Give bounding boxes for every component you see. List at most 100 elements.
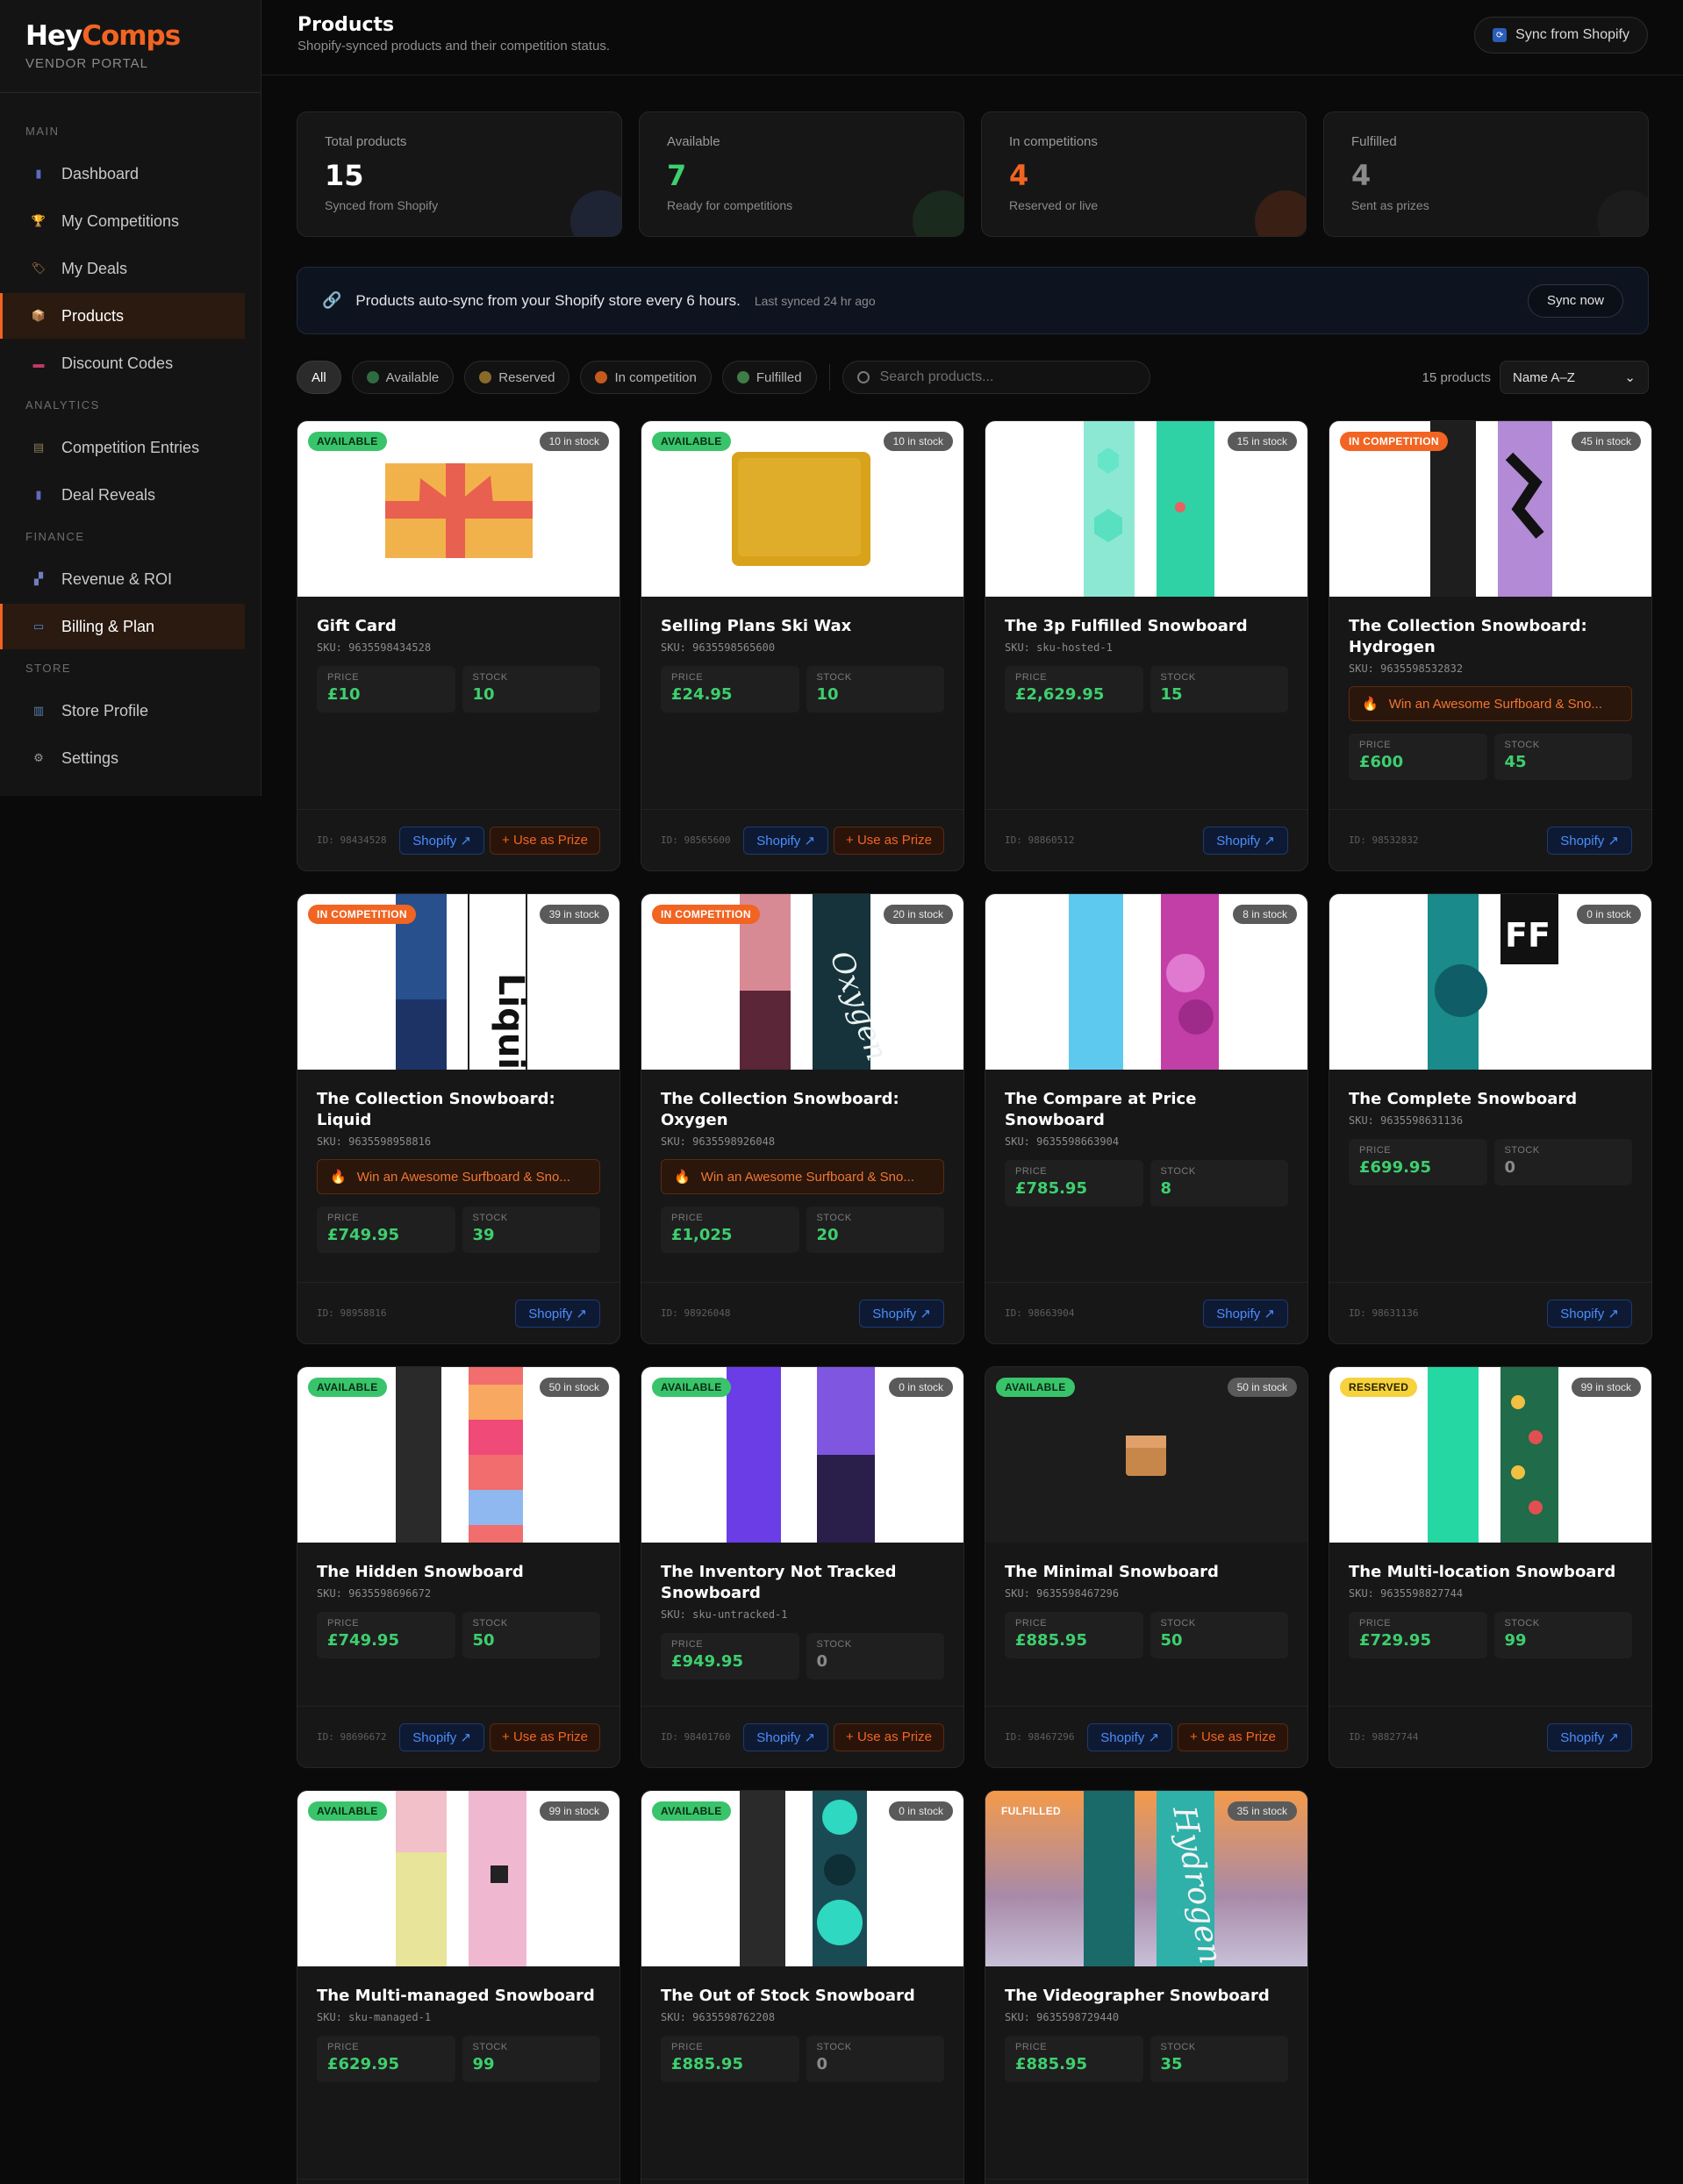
product-card-the-minimal-snowboard[interactable]: AVAILABLE 50 in stock The Minimal Snowboar… — [985, 1366, 1308, 1768]
product-body: Selling Plans Ski Wax SKU: 9635598565600 P… — [661, 616, 944, 712]
price-metric: PRICE £1,025 — [661, 1207, 799, 1253]
stock-value: 20 — [816, 1226, 839, 1244]
shopify-link-button[interactable]: Shopify ↗ — [1203, 1299, 1288, 1328]
shopify-link-button[interactable]: Shopify ↗ — [859, 1299, 944, 1328]
filter-chip-reserved[interactable]: Reserved — [464, 361, 570, 394]
sidebar-item-settings[interactable]: ⚙ Settings — [0, 735, 245, 781]
stock-label: STOCK — [816, 1639, 852, 1650]
stock-pill: 10 in stock — [883, 432, 953, 451]
product-id: ID: 98926048 — [661, 1307, 731, 1319]
shopify-link-button[interactable]: Shopify ↗ — [1547, 1299, 1632, 1328]
product-card-the-collection-snowboard-oxygen[interactable]: Oxygen IN COMPETITION 20 in stock The Colle… — [641, 893, 964, 1344]
product-card-the-complete-snowboard[interactable]: FF 0 in stock The Complete Snowboard SKU: 9… — [1328, 893, 1652, 1344]
search-input[interactable] — [879, 369, 1108, 385]
card-footer: ID: 98663904 Shopify ↗ — [985, 1282, 1307, 1343]
shopify-link-button[interactable]: Shopify ↗ — [515, 1299, 600, 1328]
product-card-the-multi-location-snowboard[interactable]: RESERVED 99 in stock The Multi-location Sn… — [1328, 1366, 1652, 1768]
competition-link[interactable]: 🔥 Win an Awesome Surfboard & Sno... — [317, 1159, 600, 1194]
sidebar-item-label: My Competitions — [61, 211, 180, 230]
price-label: PRICE — [671, 1639, 704, 1650]
filter-chip-in-competition[interactable]: In competition — [580, 361, 712, 394]
sync-from-shopify-button[interactable]: ⟳ Sync from Shopify — [1474, 17, 1648, 54]
product-image: IN COMPETITION 45 in stock — [1329, 421, 1651, 597]
sort-select[interactable]: Name A–Z ⌄ — [1500, 361, 1649, 394]
filter-chip-available[interactable]: Available — [351, 361, 455, 394]
stock-pill: 20 in stock — [883, 905, 953, 924]
product-card-the-collection-snowboard-hydrogen[interactable]: IN COMPETITION 45 in stock The Collection … — [1328, 420, 1652, 871]
product-card-selling-plans-ski-wax[interactable]: AVAILABLE 10 in stock Selling Plans Ski Wa… — [641, 420, 964, 871]
sidebar-item-products[interactable]: 📦 Products — [0, 293, 245, 339]
product-card-the-out-of-stock-snowboard[interactable]: AVAILABLE 0 in stock The Out of Stock Snow… — [641, 1790, 964, 2184]
shopify-link-button[interactable]: Shopify ↗ — [399, 1722, 485, 1751]
shopify-link-button[interactable]: Shopify ↗ — [399, 826, 485, 855]
price-value: £885.95 — [1015, 2055, 1087, 2073]
product-sku: SKU: sku-hosted-1 — [1005, 641, 1113, 654]
competition-link[interactable]: 🔥 Win an Awesome Surfboard & Sno... — [661, 1159, 944, 1194]
product-card-the-videographer-snowboard[interactable]: Hydrogen FULFILLED 35 in stock The Videogra… — [985, 1790, 1308, 2184]
price-metric: PRICE £10 — [317, 666, 455, 712]
product-body: The Hidden Snowboard SKU: 9635598696672 PR… — [317, 1562, 600, 1658]
clipboard-icon: ▤ — [32, 440, 45, 454]
product-name: The Minimal Snowboard — [1005, 1563, 1219, 1581]
status-badge: FULFILLED — [1001, 1805, 1062, 1817]
sidebar-item-discount-codes[interactable]: ▬ Discount Codes — [0, 340, 245, 386]
product-card-the-collection-snowboard-liquid[interactable]: Liquid IN COMPETITION 39 in stock The Colle… — [297, 893, 620, 1344]
shopify-link-button[interactable]: Shopify ↗ — [1203, 826, 1288, 855]
stock-value: 10 — [472, 685, 495, 704]
product-metrics: PRICE £885.95 STOCK 50 — [1005, 1612, 1288, 1658]
sidebar-item-store-profile[interactable]: ▥ Store Profile — [0, 688, 245, 734]
product-sku: SKU: 9635598532832 — [1349, 662, 1464, 675]
product-metrics: PRICE £699.95 STOCK 0 — [1349, 1139, 1632, 1185]
price-label: PRICE — [671, 672, 704, 683]
shopify-link-button[interactable]: Shopify ↗ — [1547, 1722, 1632, 1751]
sidebar-item-deal-reveals[interactable]: ▮ Deal Reveals — [0, 472, 245, 518]
status-badge: IN COMPETITION — [308, 905, 416, 924]
sidebar-item-help-docs[interactable]: ?Help & Docs — [0, 783, 245, 796]
product-body: The Complete Snowboard SKU: 9635598631136… — [1349, 1089, 1632, 1185]
competition-link[interactable]: 🔥 Win an Awesome Surfboard & Sno... — [1349, 686, 1632, 721]
product-card-the-multi-managed-snowboard[interactable]: AVAILABLE 99 in stock The Multi-managed Sn… — [297, 1790, 620, 2184]
trophy-icon: 🏆 — [31, 214, 47, 227]
sidebar-item-competition-entries[interactable]: ▤ Competition Entries — [0, 425, 245, 470]
product-card-the-inventory-not-tracked-snowboard[interactable]: AVAILABLE 0 in stock The Inventory Not Tra… — [641, 1366, 964, 1768]
sidebar-item-revenue-roi[interactable]: ▞ Revenue & ROI — [0, 556, 245, 602]
product-card-the-compare-at-price-snowboard[interactable]: 8 in stock The Compare at Price Snowboard… — [985, 893, 1308, 1344]
use-as-prize-button[interactable]: + Use as Prize — [490, 826, 600, 855]
sidebar-item-label: Settings — [61, 748, 119, 767]
use-as-prize-button[interactable]: + Use as Prize — [834, 826, 944, 855]
stock-value: 10 — [816, 685, 839, 704]
sync-now-button[interactable]: Sync now — [1527, 283, 1623, 318]
sidebar-item-billing-plan[interactable]: ▭ Billing & Plan — [0, 604, 245, 649]
price-value: £749.95 — [327, 1631, 399, 1650]
price-metric: PRICE £24.95 — [661, 666, 799, 712]
stock-pill: 50 in stock — [539, 1378, 609, 1397]
filter-chip-all[interactable]: All — [297, 361, 341, 394]
stock-value: 0 — [816, 2055, 828, 2073]
product-sku: SKU: 9635598696672 — [317, 1587, 432, 1600]
logo[interactable]: HeyComps — [25, 21, 235, 51]
shopify-link-button[interactable]: Shopify ↗ — [1087, 1722, 1173, 1751]
stock-label: STOCK — [472, 672, 508, 683]
shopify-link-button[interactable]: Shopify ↗ — [743, 1722, 829, 1751]
product-card-the-3p-fulfilled-snowboard[interactable]: 15 in stock The 3p Fulfilled Snowboard SKU… — [985, 420, 1308, 871]
product-body: Gift Card SKU: 9635598434528 PRICE £10 STOCK… — [317, 616, 600, 712]
product-id: ID: 98532832 — [1349, 834, 1419, 846]
sidebar-item-my-deals[interactable]: 🏷 My Deals — [0, 246, 245, 291]
sync-from-shopify-label: Sync from Shopify — [1515, 27, 1629, 42]
sidebar-item-dashboard[interactable]: ▮ Dashboard — [0, 151, 245, 197]
page-subtitle: Shopify-synced products and their compet… — [297, 39, 611, 54]
search-box[interactable] — [842, 361, 1150, 394]
product-sku: SKU: 9635598434528 — [317, 641, 432, 654]
use-as-prize-button[interactable]: + Use as Prize — [1178, 1722, 1288, 1751]
shopify-link-button[interactable]: Shopify ↗ — [743, 826, 829, 855]
status-badge: RESERVED — [1340, 1378, 1418, 1397]
product-card-gift-card[interactable]: AVAILABLE 10 in stock Gift Card SKU: 963559… — [297, 420, 620, 871]
shopify-link-button[interactable]: Shopify ↗ — [1547, 826, 1632, 855]
sidebar-item-my-competitions[interactable]: 🏆 My Competitions — [0, 198, 245, 244]
product-image: AVAILABLE 50 in stock — [985, 1367, 1307, 1543]
product-card-the-hidden-snowboard[interactable]: AVAILABLE 50 in stock The Hidden Snowboard… — [297, 1366, 620, 1768]
use-as-prize-button[interactable]: + Use as Prize — [834, 1722, 944, 1751]
product-metrics: PRICE £749.95 STOCK 39 — [317, 1207, 600, 1253]
filter-chip-fulfilled[interactable]: Fulfilled — [721, 361, 817, 394]
use-as-prize-button[interactable]: + Use as Prize — [490, 1722, 600, 1751]
